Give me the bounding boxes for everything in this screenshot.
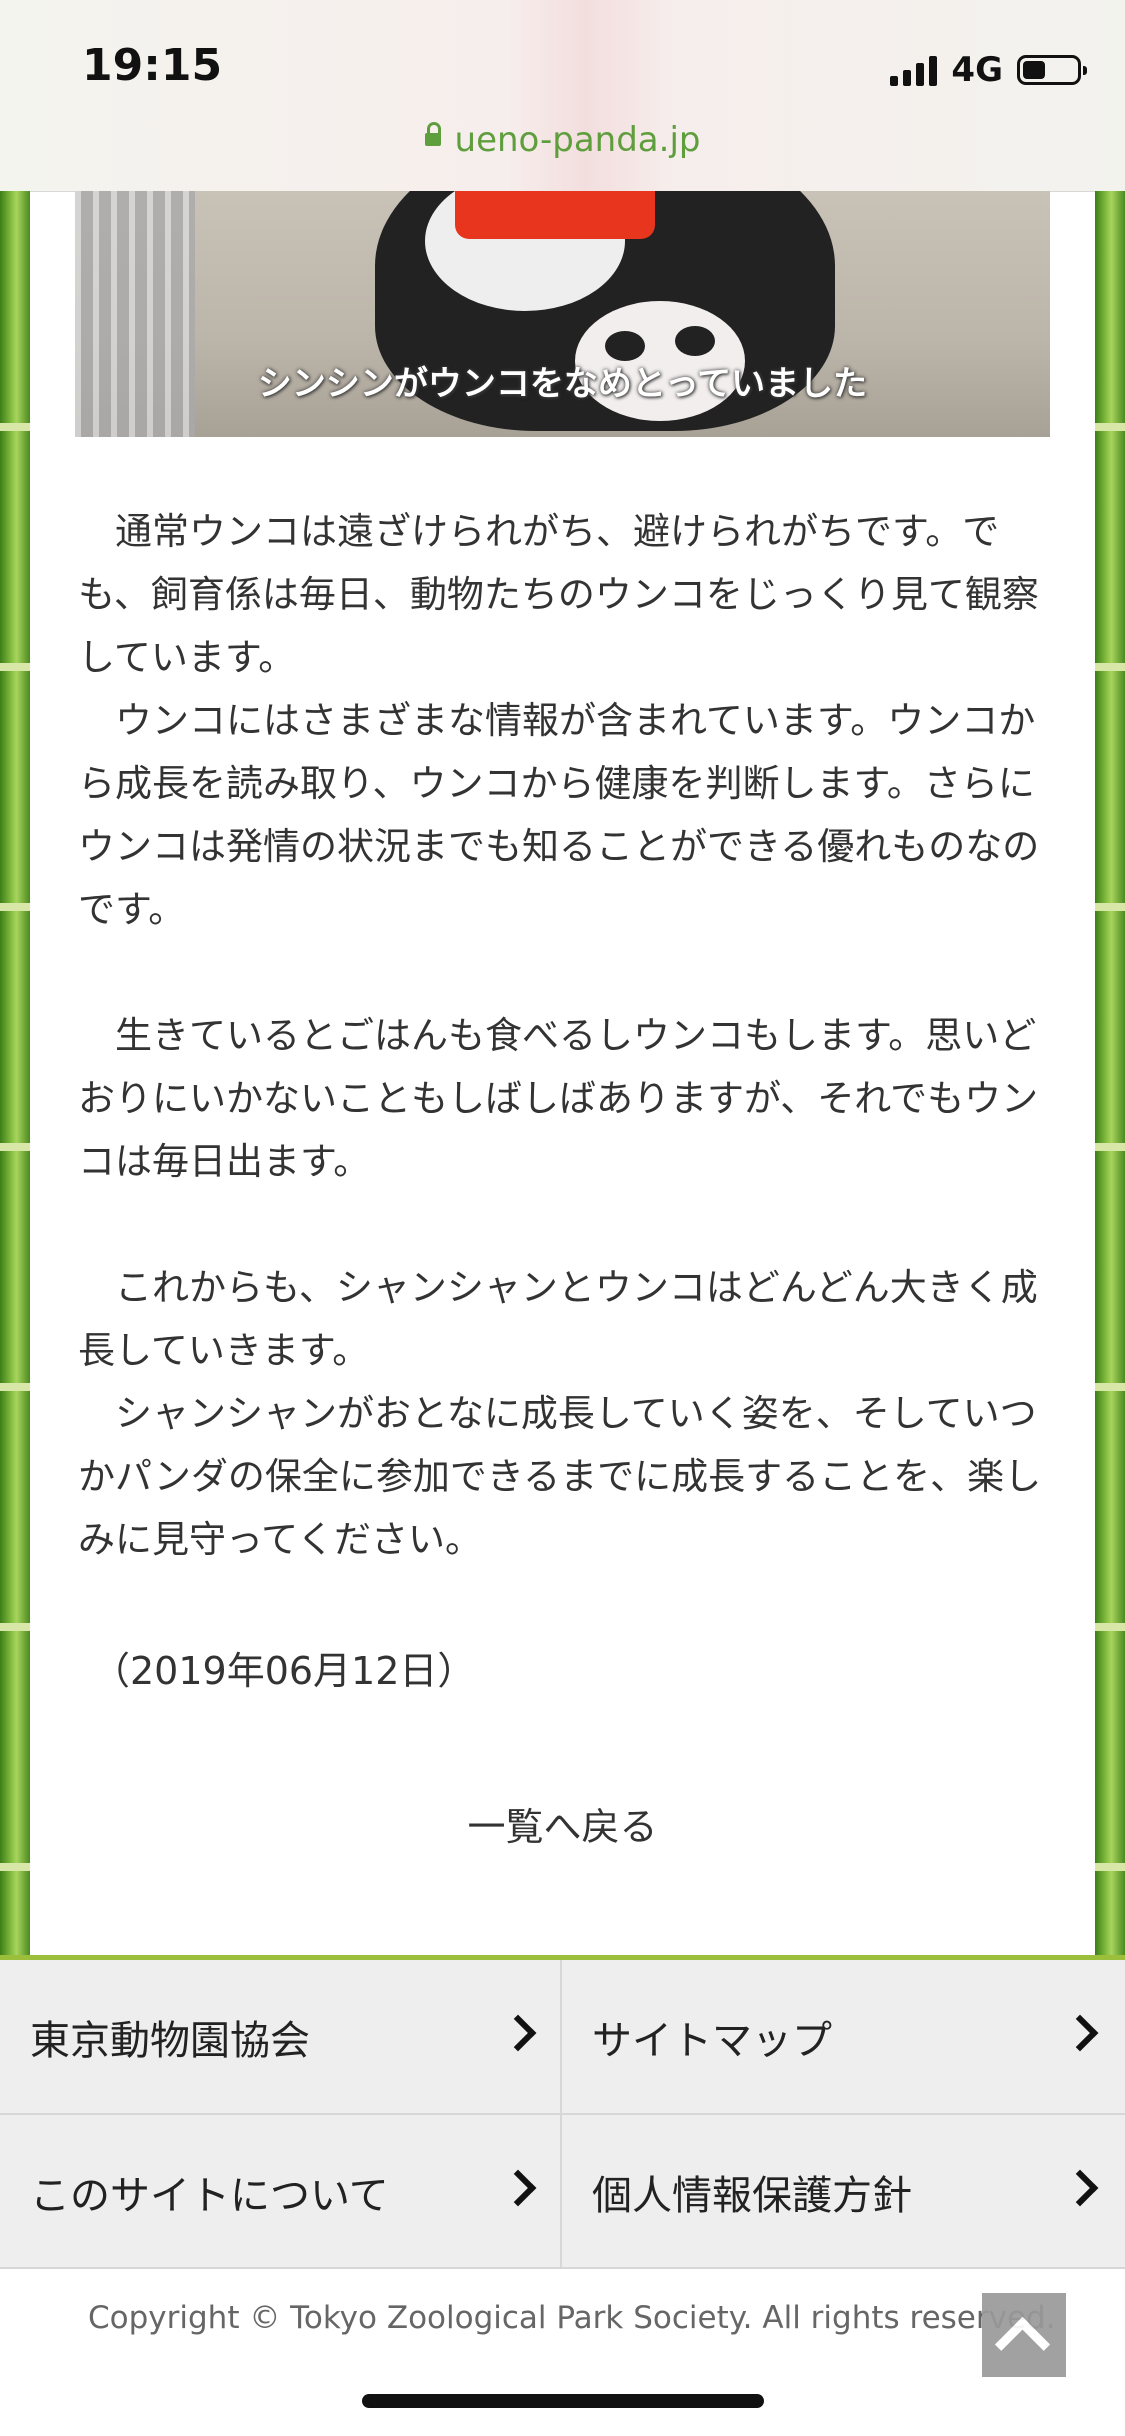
chevron-right-icon (1061, 2169, 1099, 2207)
battery-icon (1017, 55, 1087, 85)
footer-nav-divider-bottom (0, 2267, 1125, 2269)
url-bar[interactable]: ueno-panda.jp (0, 120, 1125, 160)
photo-caption: シンシンがウンコをなめとっていました (257, 364, 868, 404)
article-paragraph: ウンコにはさまざまな情報が含まれています。ウンコから成長を読み取り、ウンコから健… (78, 699, 1040, 931)
article-body: 通常ウンコは遠ざけられがち、避けられがちです。でも、飼育係は毎日、動物たちのウン… (78, 500, 1053, 1571)
panda-photo: シンシンがウンコをなめとっていました (75, 191, 1050, 437)
article-date: （2019年06月12日） (92, 1649, 476, 1693)
cub-eye-patch (675, 326, 715, 356)
scroll-to-top-button[interactable] (982, 2293, 1066, 2377)
footer-nav-label: 個人情報保護方針 (592, 2172, 912, 2219)
article-paragraph: 生きているとごはんも食べるしウンコもします。思いどおりにいかないこともしばしばあ… (78, 1014, 1039, 1183)
footer-nav-about[interactable]: このサイトについて (0, 2115, 561, 2268)
chevron-right-icon (1061, 2014, 1099, 2052)
article-paragraph: シャンシャンがおとなに成長していく姿を、そしていつかパンダの保全に参加できるまで… (78, 1392, 1042, 1561)
chevron-right-icon (499, 2014, 537, 2052)
back-to-list-link[interactable]: 一覧へ戻る (0, 1796, 1125, 1851)
article-paragraph: 通常ウンコは遠ざけられがち、避けられがちです。でも、飼育係は毎日、動物たちのウン… (78, 510, 1039, 679)
bamboo-border-left (0, 191, 30, 1959)
footer-nav-label: 東京動物園協会 (30, 2017, 310, 2064)
article-paragraph: これからも、シャンシャンとウンコはどんどん大きく成長していきます。 (78, 1266, 1038, 1372)
browser-header: 19:15 4G ueno-panda.jp (0, 0, 1125, 192)
chevron-right-icon (499, 2169, 537, 2207)
url-text: ueno-panda.jp (454, 120, 701, 160)
status-time: 19:15 (82, 40, 223, 91)
footer-nav-privacy[interactable]: 個人情報保護方針 (562, 2115, 1123, 2268)
lock-icon (424, 122, 441, 146)
copyright-text: Copyright © Tokyo Zoological Park Societ… (88, 2300, 1056, 2336)
footer-nav-zoo-society[interactable]: 東京動物園協会 (0, 1960, 561, 2113)
footer-nav-label: サイトマップ (592, 2017, 832, 2064)
footer-nav-sitemap[interactable]: サイトマップ (562, 1960, 1123, 2113)
video-play-badge (455, 191, 655, 239)
footer-nav-label: このサイトについて (30, 2172, 389, 2219)
signal-icon (890, 54, 938, 86)
chevron-up-icon (994, 2316, 1051, 2373)
status-icons: 4G (890, 50, 1087, 90)
home-indicator (362, 2394, 764, 2408)
bamboo-border-right (1095, 191, 1125, 1959)
network-label: 4G (951, 50, 1003, 90)
footer-nav-divider-horizontal (0, 2113, 1125, 2115)
